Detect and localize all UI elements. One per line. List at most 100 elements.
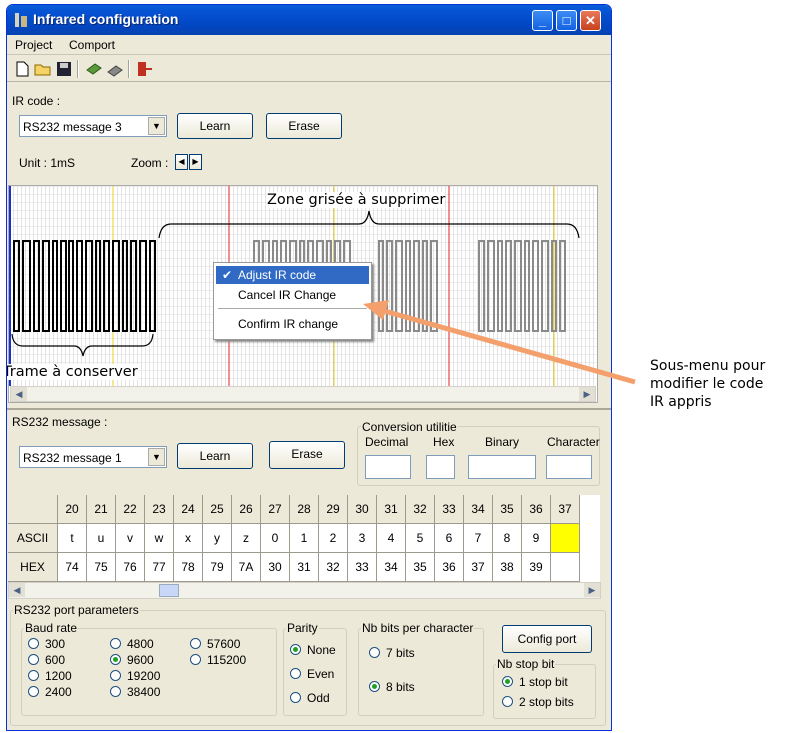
zoom-in-button[interactable]: ▶ <box>189 154 202 170</box>
save-disk-icon[interactable] <box>55 60 73 78</box>
rs232-select-value: RS232 message 1 <box>23 451 122 465</box>
download-icon[interactable] <box>85 60 103 78</box>
character-field[interactable] <box>546 455 592 479</box>
hex-cell[interactable]: 74 <box>58 553 87 582</box>
hex-cell[interactable]: 30 <box>261 553 290 582</box>
stop-2-radio[interactable]: 2 stop bits <box>502 695 574 709</box>
close-button[interactable]: ✕ <box>580 10 601 31</box>
bits-8-radio[interactable]: 8 bits <box>369 680 415 694</box>
ascii-cell[interactable]: v <box>116 524 145 553</box>
scroll-left-icon[interactable]: ◀ <box>9 583 25 597</box>
adjust-ir-code-item[interactable]: ✔ Adjust IR code <box>216 266 369 284</box>
bits-per-character-group: Nb bits per character 7 bits 8 bits <box>358 621 484 716</box>
zoom-out-button[interactable]: ◀ <box>175 154 188 170</box>
hex-cell[interactable]: 38 <box>493 553 522 582</box>
bits-7-radio[interactable]: 7 bits <box>369 646 415 660</box>
column-header: 20 <box>58 495 87 524</box>
rs232-learn-button[interactable]: Learn <box>177 443 253 469</box>
ascii-cell[interactable]: x <box>174 524 203 553</box>
hex-cell[interactable]: 7A <box>232 553 261 582</box>
hex-cell[interactable]: 34 <box>377 553 406 582</box>
ascii-cell[interactable]: y <box>203 524 232 553</box>
open-folder-icon[interactable] <box>34 60 52 78</box>
chevron-down-icon[interactable]: ▼ <box>148 448 165 466</box>
scroll-thumb[interactable] <box>159 584 179 597</box>
baud-600-radio[interactable]: 600 <box>28 653 65 667</box>
decimal-field[interactable] <box>365 455 411 479</box>
hex-field[interactable] <box>426 455 455 479</box>
hex-cell[interactable]: 33 <box>348 553 377 582</box>
hex-cell[interactable] <box>551 553 580 582</box>
parity-odd-radio[interactable]: Odd <box>290 691 330 705</box>
parity-even-radio[interactable]: Even <box>290 667 334 681</box>
ascii-cell[interactable]: w <box>145 524 174 553</box>
config-port-button[interactable]: Config port <box>502 625 592 653</box>
ascii-cell[interactable]: u <box>87 524 116 553</box>
binary-field[interactable] <box>468 455 536 479</box>
rs232-erase-button[interactable]: Erase <box>269 441 345 469</box>
table-horizontal-scrollbar[interactable]: ◀ ▶ <box>8 582 601 599</box>
baud-9600-radio[interactable]: 9600 <box>110 653 154 667</box>
hex-cell[interactable]: 79 <box>203 553 232 582</box>
hex-cell[interactable]: 76 <box>116 553 145 582</box>
column-header: 35 <box>493 495 522 524</box>
bits-per-character-title: Nb bits per character <box>361 621 475 635</box>
hex-cell[interactable]: 31 <box>290 553 319 582</box>
exit-door-icon[interactable] <box>135 60 153 78</box>
baud-19200-radio[interactable]: 19200 <box>110 669 160 683</box>
hex-cell[interactable]: 36 <box>435 553 464 582</box>
upload-icon[interactable] <box>106 60 124 78</box>
hex-cell[interactable]: 37 <box>464 553 493 582</box>
ascii-cell[interactable]: 9 <box>522 524 551 553</box>
minimize-button[interactable]: _ <box>532 10 553 31</box>
ascii-cell[interactable]: 2 <box>319 524 348 553</box>
menu-project[interactable]: Project <box>15 38 52 52</box>
baud-4800-radio[interactable]: 4800 <box>110 637 154 651</box>
baud-300-radio[interactable]: 300 <box>28 637 65 651</box>
cancel-ir-change-item[interactable]: Cancel IR Change <box>216 286 369 304</box>
column-header: 36 <box>522 495 551 524</box>
hex-cell[interactable]: 35 <box>406 553 435 582</box>
maximize-button[interactable]: □ <box>556 10 577 31</box>
baud-1200-radio[interactable]: 1200 <box>28 669 72 683</box>
ascii-cell[interactable]: 0 <box>261 524 290 553</box>
ascii-cell[interactable]: 7 <box>464 524 493 553</box>
new-file-icon[interactable] <box>13 60 31 78</box>
ascii-cell[interactable]: 4 <box>377 524 406 553</box>
ascii-cell[interactable]: t <box>58 524 87 553</box>
baud-38400-radio[interactable]: 38400 <box>110 685 160 699</box>
splitter[interactable] <box>7 408 611 410</box>
ir-erase-button[interactable]: Erase <box>266 113 342 139</box>
ascii-table: 20 21 22 23 24 25 26 27 28 29 30 31 32 33 34 35 36 37 ASCI… <box>8 495 600 582</box>
chevron-down-icon[interactable]: ▼ <box>148 117 165 135</box>
scroll-left-icon[interactable]: ◀ <box>11 387 27 401</box>
menu-comport[interactable]: Comport <box>69 38 115 52</box>
ascii-cell[interactable]: 5 <box>406 524 435 553</box>
hex-cell[interactable]: 75 <box>87 553 116 582</box>
port-parameters-group: RS232 port parameters Baud rate 300 600 … <box>10 603 606 726</box>
baud-115200-radio[interactable]: 115200 <box>190 653 246 667</box>
stop-1-radio[interactable]: 1 stop bit <box>502 675 568 689</box>
ascii-cell[interactable] <box>551 524 580 553</box>
confirm-ir-change-item[interactable]: Confirm IR change <box>216 315 369 333</box>
ascii-cell[interactable]: 8 <box>493 524 522 553</box>
ascii-cell[interactable]: 1 <box>290 524 319 553</box>
ascii-cell[interactable]: 3 <box>348 524 377 553</box>
column-header: 31 <box>377 495 406 524</box>
hex-cell[interactable]: 77 <box>145 553 174 582</box>
baud-2400-radio[interactable]: 2400 <box>28 685 72 699</box>
hex-cell[interactable]: 78 <box>174 553 203 582</box>
zone-to-delete-label: Zone grisée à supprimer <box>267 192 446 208</box>
ascii-cell[interactable]: 6 <box>435 524 464 553</box>
title-bar[interactable]: Infrared configuration _ □ ✕ <box>7 5 611 35</box>
baud-57600-radio[interactable]: 57600 <box>190 637 240 651</box>
hex-cell[interactable]: 39 <box>522 553 551 582</box>
ir-code-select[interactable]: RS232 message 3 ▼ <box>19 115 167 137</box>
parity-none-radio[interactable]: None <box>290 643 336 657</box>
hex-cell[interactable]: 32 <box>319 553 348 582</box>
rs232-message-select[interactable]: RS232 message 1 ▼ <box>19 446 167 468</box>
column-header: 34 <box>464 495 493 524</box>
ascii-cell[interactable]: z <box>232 524 261 553</box>
scroll-right-icon[interactable]: ▶ <box>584 583 600 597</box>
ir-learn-button[interactable]: Learn <box>177 113 253 139</box>
